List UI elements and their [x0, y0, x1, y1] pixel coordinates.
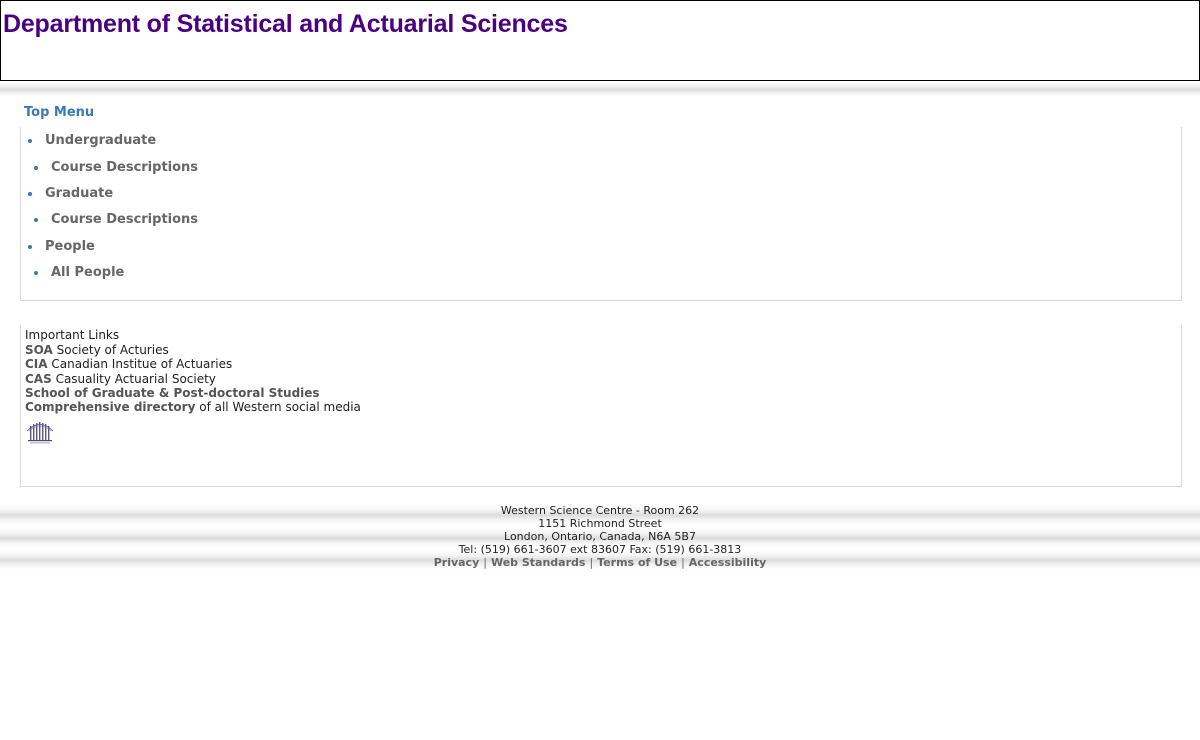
footer-link-terms-of-use[interactable]: Terms of Use: [597, 556, 677, 569]
menu-item-all-people[interactable]: All People: [51, 265, 124, 280]
link-row-social-media: Comprehensive directory of all Western s…: [25, 400, 361, 414]
footer-link-accessibility[interactable]: Accessibility: [689, 556, 767, 569]
footer-separator: |: [483, 556, 487, 569]
link-cas[interactable]: CAS: [25, 372, 52, 386]
link-row-cia: CIA Canadian Institue of Actuaries: [25, 357, 232, 371]
footer-link-privacy[interactable]: Privacy: [434, 556, 480, 569]
link-cia[interactable]: CIA: [25, 357, 48, 371]
link-soa-description: Society of Acturies: [52, 343, 169, 357]
site-title: Department of Statistical and Actuarial …: [3, 10, 568, 38]
link-row-cas: CAS Casuality Actuarial Society: [25, 372, 216, 386]
link-cia-description: Canadian Institue of Actuaries: [47, 357, 233, 371]
link-social-media-directory[interactable]: Comprehensive directory: [25, 400, 195, 414]
footer-separator: |: [681, 556, 685, 569]
bullet-icon: [28, 245, 32, 249]
bullet-icon: [34, 218, 38, 222]
footer-address-line1: Western Science Centre - Room 262: [500, 504, 700, 517]
header-separator-band: [0, 81, 1200, 97]
bullet-icon: [34, 271, 38, 275]
top-menu-heading: Top Menu: [24, 105, 95, 120]
site-header: Department of Statistical and Actuarial …: [0, 0, 1200, 81]
footer-links: Privacy | Web Standards | Terms of Use | Acces…: [0, 556, 1200, 569]
menu-item-graduate[interactable]: Graduate: [45, 186, 113, 201]
link-graduate-studies[interactable]: School of Graduate & Post-doctoral Studi…: [25, 386, 320, 400]
important-links-heading: Important Links: [25, 328, 120, 342]
important-links-panel: Important Links SOA Society of Acturies …: [20, 325, 1182, 487]
footer-address-line3: London, Ontario, Canada, N6A 5B7: [504, 530, 696, 543]
footer-link-web-standards[interactable]: Web Standards: [491, 556, 585, 569]
menu-item-graduate-course-descriptions[interactable]: Course Descriptions: [51, 212, 198, 227]
menu-item-undergraduate[interactable]: Undergraduate: [45, 133, 156, 148]
link-row-soa: SOA Society of Acturies: [25, 343, 169, 357]
university-crest-icon[interactable]: [25, 417, 55, 445]
bullet-icon: [34, 166, 38, 170]
menu-item-people[interactable]: People: [45, 239, 95, 254]
link-soa[interactable]: SOA: [25, 343, 53, 357]
top-menu: Undergraduate Course Descriptions Gradua…: [20, 127, 1182, 301]
bullet-icon: [28, 139, 32, 143]
footer-separator: |: [589, 556, 594, 569]
link-cas-description: Casuality Actuarial Society: [51, 372, 216, 386]
bullet-icon: [28, 192, 32, 196]
footer-address-line2: 1151 Richmond Street: [538, 517, 662, 530]
menu-item-undergraduate-course-descriptions[interactable]: Course Descriptions: [51, 160, 198, 175]
link-social-media-description: of all Western social media: [195, 400, 361, 414]
link-row-graduate-studies: School of Graduate & Post-doctoral Studi…: [25, 386, 320, 400]
footer-contact: Tel: (519) 661-3607 ext 83607 Fax: (519)…: [458, 543, 742, 556]
